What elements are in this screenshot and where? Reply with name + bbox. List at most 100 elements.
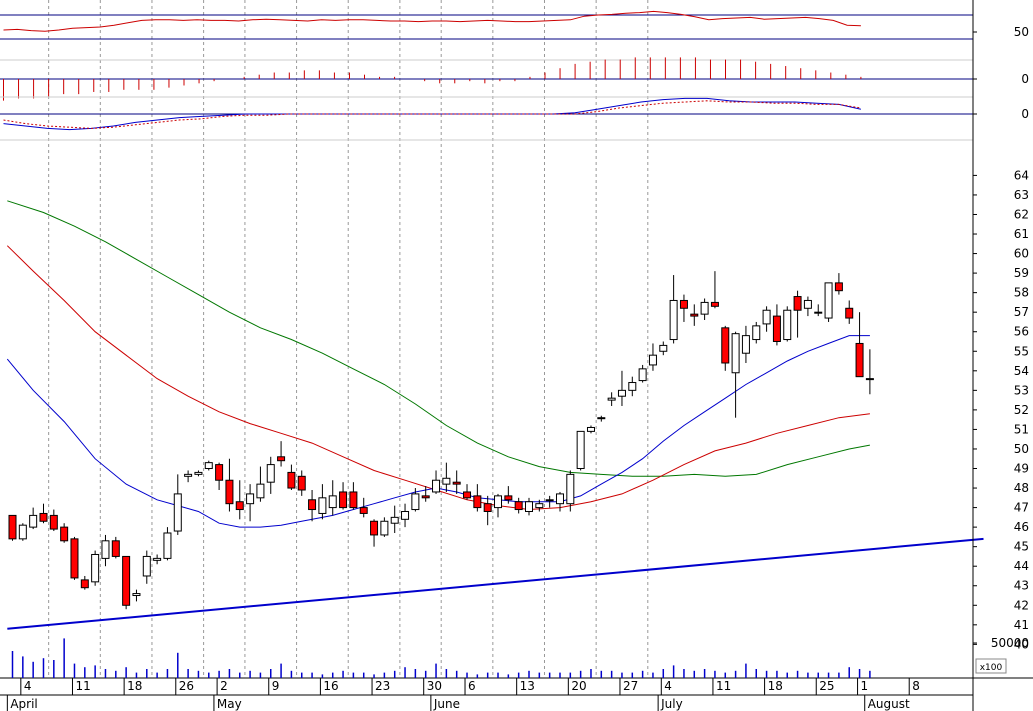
candle-body <box>184 473 193 477</box>
month-label: May <box>217 697 242 711</box>
y-tick-label: 62 <box>1014 207 1029 221</box>
candle-body <box>142 555 151 577</box>
y-tick-label: 55 <box>1014 344 1029 358</box>
x-tick-label: 26 <box>179 679 194 693</box>
candle-body <box>339 491 348 509</box>
candle <box>18 523 27 541</box>
candle-body <box>246 493 255 505</box>
candle-body <box>390 516 399 524</box>
x-tick-label: 8 <box>912 679 920 693</box>
candle-body <box>122 555 131 606</box>
candle-body <box>762 309 771 325</box>
candle-body <box>845 307 854 319</box>
rsi-tick-label: 50 <box>1014 25 1029 39</box>
x-tick-label: 23 <box>375 679 390 693</box>
month-label: April <box>10 697 37 711</box>
candle-body <box>411 493 420 511</box>
candle-body <box>194 471 203 475</box>
hist-tick-label: 0 <box>1021 72 1029 86</box>
candle-body <box>370 520 379 536</box>
candle-body <box>483 503 492 512</box>
candle-body <box>555 493 564 505</box>
month-label: August <box>868 697 910 711</box>
stock-chart: 4 11 18 26 2 9 16 23 30 6 13 20 27 4 11 18 25 1 8April May J… <box>0 0 1033 711</box>
candle-body <box>648 354 657 366</box>
candle-body <box>380 520 389 536</box>
candle-body <box>287 471 296 489</box>
candle-body <box>256 483 265 499</box>
y-tick-label: 53 <box>1014 383 1029 397</box>
candle-body <box>659 344 668 352</box>
y-tick-label: 64 <box>1014 168 1029 182</box>
y-tick-label: 56 <box>1014 325 1029 339</box>
candle-body <box>18 524 27 540</box>
candle-body <box>308 499 317 511</box>
y-tick-label: 54 <box>1014 364 1029 378</box>
candle-body <box>204 462 213 470</box>
y-tick-label: 52 <box>1014 403 1029 417</box>
y-tick-label: 41 <box>1014 618 1029 632</box>
x-tick-label: 18 <box>127 679 142 693</box>
candle-body <box>566 473 575 505</box>
candle-body <box>328 495 337 509</box>
candle-body <box>669 299 678 341</box>
y-tick-label: 44 <box>1014 559 1029 573</box>
candle-body <box>101 540 110 559</box>
candle-body <box>597 417 606 420</box>
candle-body <box>111 540 120 557</box>
x-tick-label: 6 <box>468 679 476 693</box>
candle <box>91 550 100 586</box>
candle-body <box>39 512 48 522</box>
y-tick-label: 57 <box>1014 305 1029 319</box>
candle-body <box>710 301 719 307</box>
candle <box>576 430 585 471</box>
y-tick-label: 45 <box>1014 540 1029 554</box>
volume-unit-label: x100 <box>980 663 1003 673</box>
y-tick-label: 61 <box>1014 227 1029 241</box>
candle-body <box>266 464 275 483</box>
candle-body <box>814 311 823 314</box>
x-tick-label: 4 <box>24 679 32 693</box>
candle-body <box>463 491 472 499</box>
x-tick-label: 11 <box>716 679 731 693</box>
x-tick-label: 20 <box>571 679 586 693</box>
x-tick-label: 1 <box>861 679 869 693</box>
candle <box>70 536 79 580</box>
candle-body <box>525 501 533 512</box>
candle-body <box>173 493 182 532</box>
x-tick-label: 18 <box>768 679 783 693</box>
candle <box>824 282 833 322</box>
macd-tick-label: 0 <box>1021 107 1029 121</box>
candle-body <box>783 309 792 341</box>
y-tick-label: 58 <box>1014 286 1029 300</box>
x-tick-label: 11 <box>75 679 90 693</box>
candle-body <box>132 593 141 597</box>
y-tick-label: 50 <box>1014 442 1029 456</box>
candle-body <box>545 499 554 502</box>
candle-body <box>834 282 843 292</box>
candle-body <box>473 495 482 509</box>
candle-body <box>628 382 637 391</box>
candle-body <box>638 368 647 382</box>
month-label: July <box>660 697 683 711</box>
candle-body <box>235 501 244 511</box>
candle-body <box>225 479 234 505</box>
candle-body <box>452 481 461 485</box>
candle-body <box>60 526 69 542</box>
candle-body <box>359 507 368 514</box>
y-tick-label: 59 <box>1014 266 1029 280</box>
candle-body <box>401 510 410 520</box>
candle-body <box>70 538 79 579</box>
x-tick-label: 16 <box>323 679 338 693</box>
candle-body <box>163 532 172 559</box>
volume-tick-label: 50000 <box>991 636 1029 650</box>
candle-body <box>277 456 286 462</box>
y-tick-label: 43 <box>1014 579 1029 593</box>
candle-body <box>752 325 761 341</box>
candle <box>783 306 792 342</box>
candle-body <box>803 299 812 309</box>
y-tick-label: 42 <box>1014 598 1029 612</box>
candle-body <box>514 501 523 511</box>
y-tick-label: 51 <box>1014 422 1029 436</box>
candle-body <box>721 327 730 364</box>
